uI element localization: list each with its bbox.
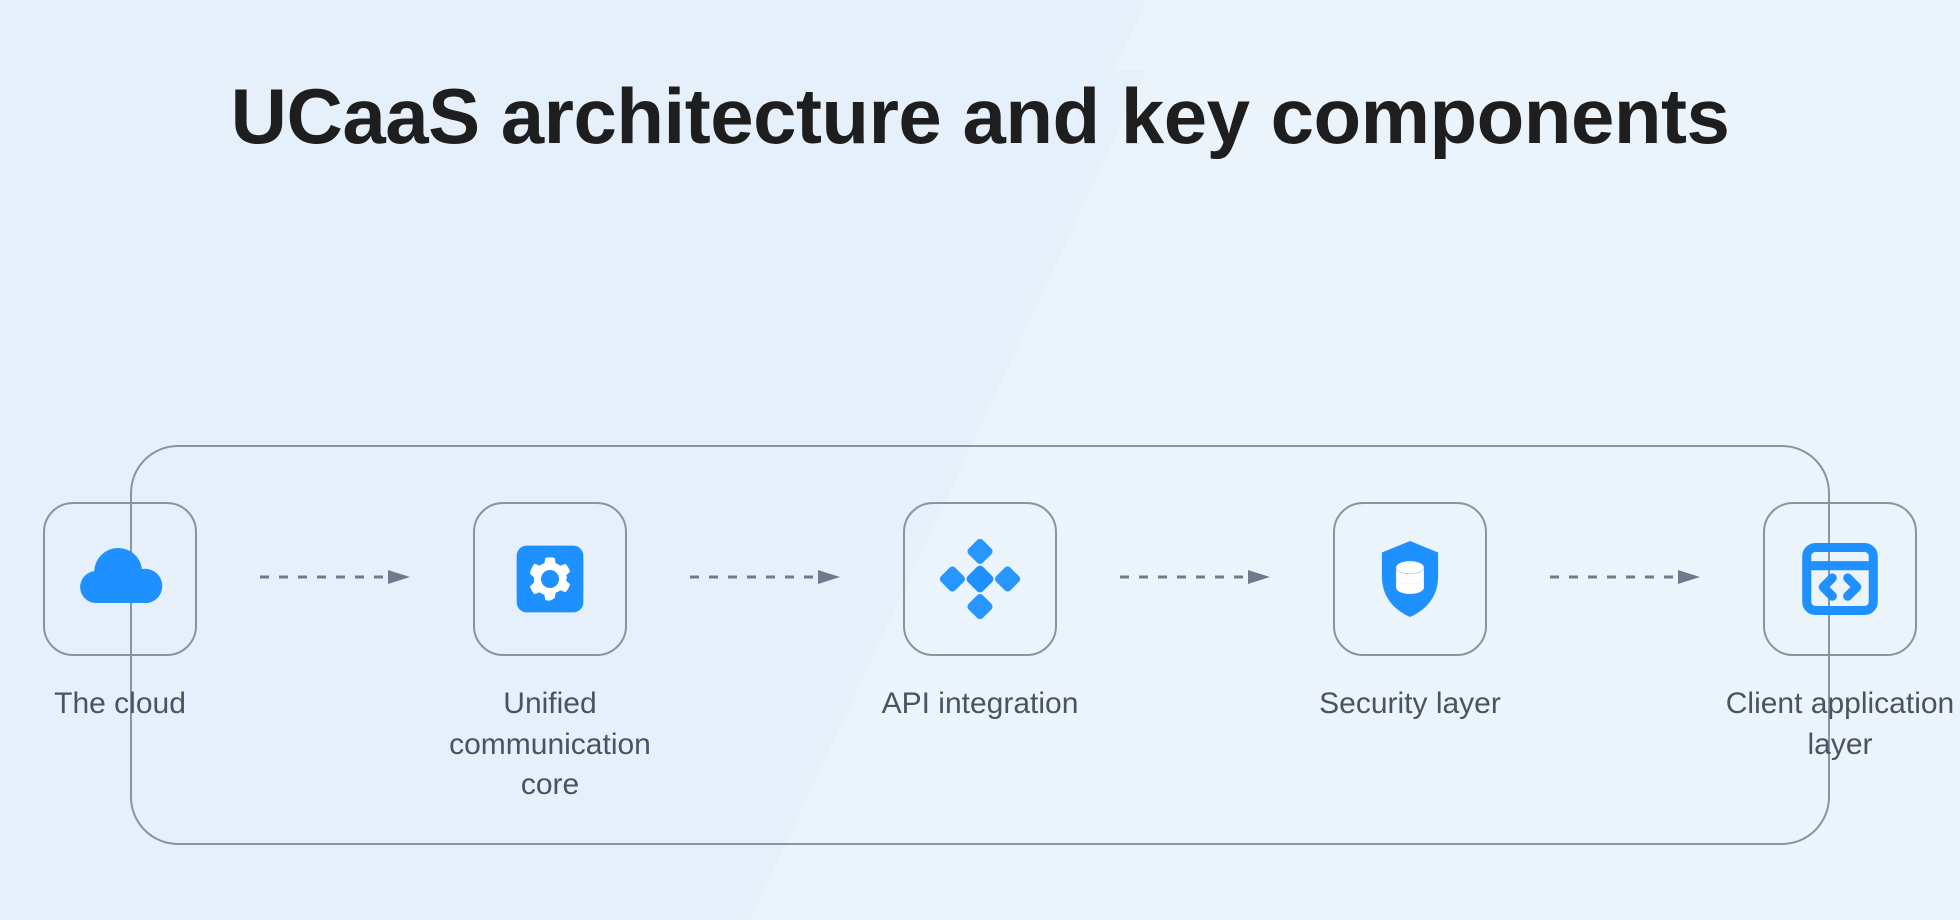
icon-box — [1333, 502, 1487, 656]
icon-box — [903, 502, 1057, 656]
icon-box — [473, 502, 627, 656]
node-label: Unified communication core — [420, 684, 680, 806]
api-icon — [937, 536, 1023, 622]
node-label: API integration — [850, 684, 1110, 725]
node-label: The cloud — [0, 684, 250, 725]
components-panel: The cloud Unified communication core — [130, 445, 1830, 845]
shield-db-icon — [1370, 536, 1450, 622]
node-cloud: The cloud — [0, 502, 260, 725]
icon-box — [43, 502, 197, 656]
node-unified-core: Unified communication core — [410, 502, 690, 806]
code-window-icon — [1798, 537, 1882, 621]
node-label: Security layer — [1280, 684, 1540, 725]
diagram-title: UCaaS architecture and key components — [0, 70, 1960, 162]
arrow-connector — [260, 502, 410, 652]
cloud-icon — [72, 531, 168, 627]
icon-box — [1763, 502, 1917, 656]
arrow-connector — [690, 502, 840, 652]
arrow-connector — [1120, 502, 1270, 652]
gear-icon — [510, 539, 590, 619]
node-security: Security layer — [1270, 502, 1550, 725]
node-api: API integration — [840, 502, 1120, 725]
node-client-app: Client application layer — [1700, 502, 1960, 765]
node-label: Client application layer — [1710, 684, 1960, 765]
components-row: The cloud Unified communication core — [0, 502, 1960, 806]
arrow-connector — [1550, 502, 1700, 652]
